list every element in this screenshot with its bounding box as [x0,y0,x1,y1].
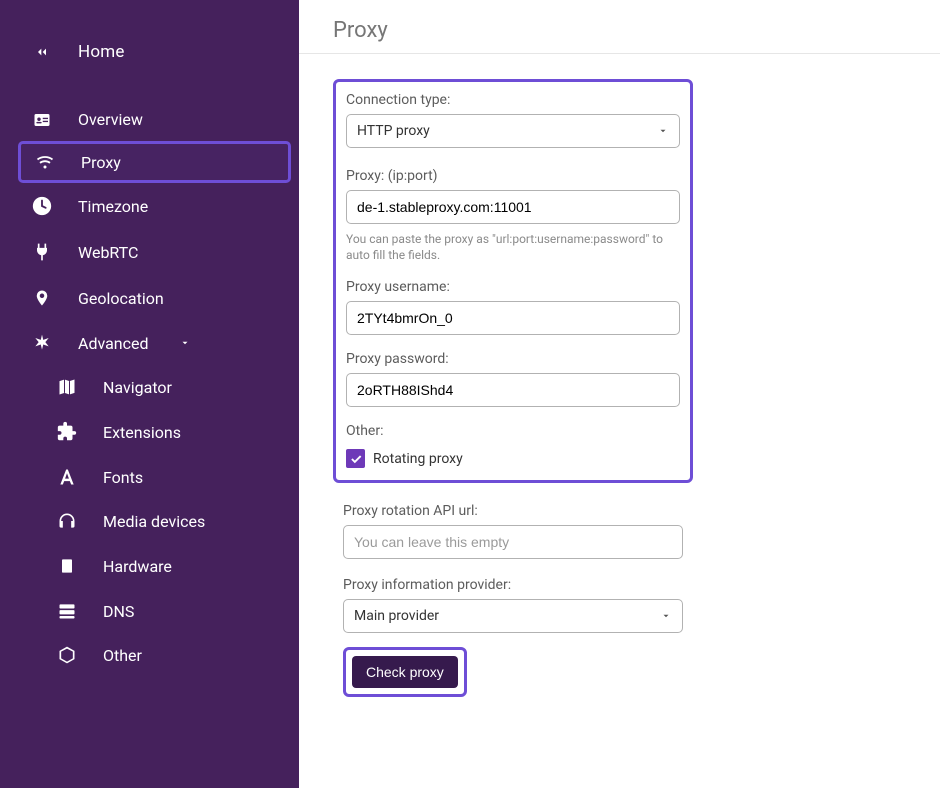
content-area: Connection type: HTTP proxy Proxy: (ip:p… [299,54,940,722]
sidebar-item-extensions[interactable]: Extensions [0,409,299,455]
main-panel: Proxy Connection type: HTTP proxy Proxy:… [299,0,940,788]
home-button[interactable]: Home [0,30,299,98]
sidebar-item-timezone[interactable]: Timezone [0,183,299,229]
chevron-down-icon [179,338,191,348]
proxy-input-wrap[interactable] [346,190,680,224]
id-card-icon [28,111,56,129]
check-proxy-wrap: Check proxy [343,647,467,697]
sidebar-item-geolocation[interactable]: Geolocation [0,275,299,321]
sidebar-item-label: Navigator [103,378,172,397]
username-label: Proxy username: [346,279,680,295]
clock-icon [28,195,56,217]
sidebar-item-webrtc[interactable]: WebRTC [0,229,299,275]
provider-label: Proxy information provider: [343,577,683,593]
username-input-wrap[interactable] [346,301,680,335]
sidebar-item-navigator[interactable]: Navigator [0,365,299,409]
sidebar-item-fonts[interactable]: Fonts [0,455,299,499]
sidebar-item-label: Fonts [103,468,143,487]
headphones-icon [53,511,81,531]
page-title: Proxy [299,0,940,54]
chip-icon [53,555,81,577]
sidebar-item-label: Extensions [103,423,181,442]
home-label: Home [78,42,125,62]
provider-select[interactable]: Main provider [343,599,683,633]
password-label: Proxy password: [346,351,680,367]
below-box: Proxy rotation API url: Proxy informatio… [333,483,693,697]
pin-icon [28,287,56,309]
proxy-input[interactable] [357,199,669,215]
sidebar-item-other[interactable]: Other [0,633,299,677]
connection-type-select[interactable]: HTTP proxy [346,114,680,148]
rotating-proxy-label: Rotating proxy [373,451,463,467]
sidebar: Home Overview Proxy Timezone WebRTC [0,0,299,788]
sidebar-item-label: Advanced [78,334,149,353]
sidebar-item-label: Hardware [103,557,172,576]
check-proxy-button[interactable]: Check proxy [352,656,458,688]
sidebar-item-label: Other [103,646,142,665]
box-icon [53,645,81,665]
sidebar-item-overview[interactable]: Overview [0,98,299,141]
sidebar-item-label: WebRTC [78,243,138,262]
font-a-icon [53,467,81,487]
asterisk-icon [28,333,56,353]
proxy-hint: You can paste the proxy as "url:port:use… [346,232,680,263]
username-input[interactable] [357,310,669,326]
sidebar-item-label: Timezone [78,197,148,216]
chevron-down-icon [660,611,672,621]
password-input-wrap[interactable] [346,373,680,407]
proxy-form-box: Connection type: HTTP proxy Proxy: (ip:p… [333,79,693,483]
sidebar-item-label: Proxy [81,153,121,172]
sidebar-item-label: DNS [103,602,134,621]
sidebar-item-label: Media devices [103,512,205,531]
connection-type-label: Connection type: [346,92,680,108]
password-input[interactable] [357,382,669,398]
sidebar-item-media-devices[interactable]: Media devices [0,499,299,543]
connection-type-value: HTTP proxy [357,123,430,139]
plug-icon [28,241,56,263]
sidebar-item-proxy[interactable]: Proxy [18,141,291,183]
chevron-down-icon [657,126,669,136]
wifi-icon [31,152,59,172]
rotation-url-input-wrap[interactable] [343,525,683,559]
sidebar-item-advanced[interactable]: Advanced [0,321,299,365]
collapse-icon [28,44,56,60]
server-icon [53,601,81,621]
provider-value: Main provider [354,608,439,624]
map-icon [53,377,81,397]
sidebar-item-label: Overview [78,110,143,129]
sidebar-item-hardware[interactable]: Hardware [0,543,299,589]
nav-list: Overview Proxy Timezone WebRTC Geolocati [0,98,299,677]
rotation-url-label: Proxy rotation API url: [343,503,683,519]
sidebar-item-dns[interactable]: DNS [0,589,299,633]
proxy-label: Proxy: (ip:port) [346,168,680,184]
puzzle-icon [53,421,81,443]
rotation-url-input[interactable] [354,534,672,550]
other-label: Other: [346,423,680,439]
sidebar-item-label: Geolocation [78,289,164,308]
rotating-proxy-checkbox[interactable] [346,449,365,468]
